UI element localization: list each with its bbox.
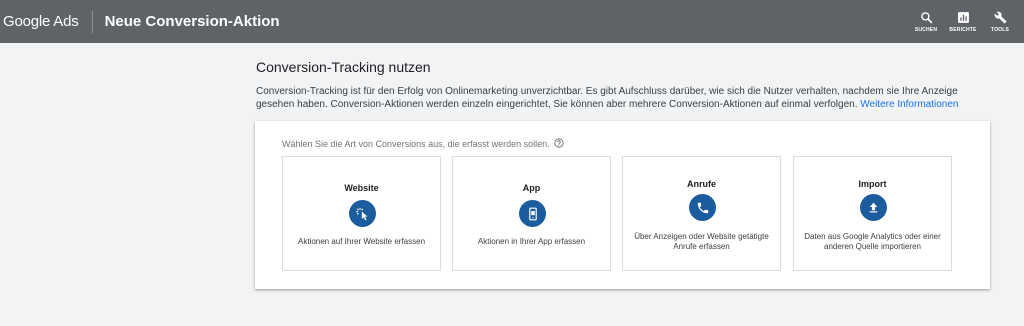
google-ads-logo[interactable]: Google Ads [0,13,79,30]
option-app[interactable]: App Aktionen in Ihrer App erfassen [452,156,611,271]
reports-button[interactable]: BERICHTE [945,0,981,43]
top-app-bar: Google Ads Neue Conversion-Aktion SUCHEN… [0,0,1024,43]
learn-more-link[interactable]: Weitere Informationen [860,99,958,110]
option-website[interactable]: Website Aktionen auf Ihrer Website erfas… [282,156,441,271]
option-description: Aktionen auf Ihrer Website erfassen [297,237,426,246]
wrench-icon [994,11,1007,24]
option-description: Aktionen in Ihrer App erfassen [477,237,586,246]
conversion-type-prompt: Wählen Sie die Art von Conversions aus, … [282,138,564,150]
tools-label: TOOLS [990,26,1010,33]
tools-button[interactable]: TOOLS [982,0,1018,43]
search-icon [920,11,933,24]
header-actions: SUCHEN BERICHTE TOOLS [907,0,1018,43]
option-import[interactable]: Import Daten aus Google Analytics oder e… [793,156,952,271]
option-description: Daten aus Google Analytics oder einer an… [804,232,941,251]
conversion-type-card: Wählen Sie die Art von Conversions aus, … [255,121,990,289]
option-title: App [522,183,541,193]
mobile-app-icon [519,200,546,227]
page-title: Neue Conversion-Aktion [104,13,280,30]
description-text: Conversion-Tracking ist für den Erfolg v… [256,86,958,110]
help-icon[interactable] [554,138,564,150]
option-description: Über Anzeigen oder Website getätigte Anr… [634,232,769,251]
search-label: SUCHEN [914,26,938,33]
reports-label: BERICHTE [949,26,977,33]
option-calls[interactable]: Anrufe Über Anzeigen oder Website getäti… [622,156,781,271]
section-heading: Conversion-Tracking nutzen [256,59,431,75]
upload-icon [860,194,887,221]
prompt-text: Wählen Sie die Art von Conversions aus, … [282,139,550,149]
section-description: Conversion-Tracking ist für den Erfolg v… [256,85,976,111]
option-title: Anrufe [687,179,716,189]
option-title: Website [344,183,379,193]
phone-icon [689,194,716,221]
option-title: Import [858,179,887,189]
cursor-click-icon [349,200,376,227]
header-divider [91,10,93,33]
reports-icon [957,11,970,24]
search-button[interactable]: SUCHEN [908,0,944,43]
